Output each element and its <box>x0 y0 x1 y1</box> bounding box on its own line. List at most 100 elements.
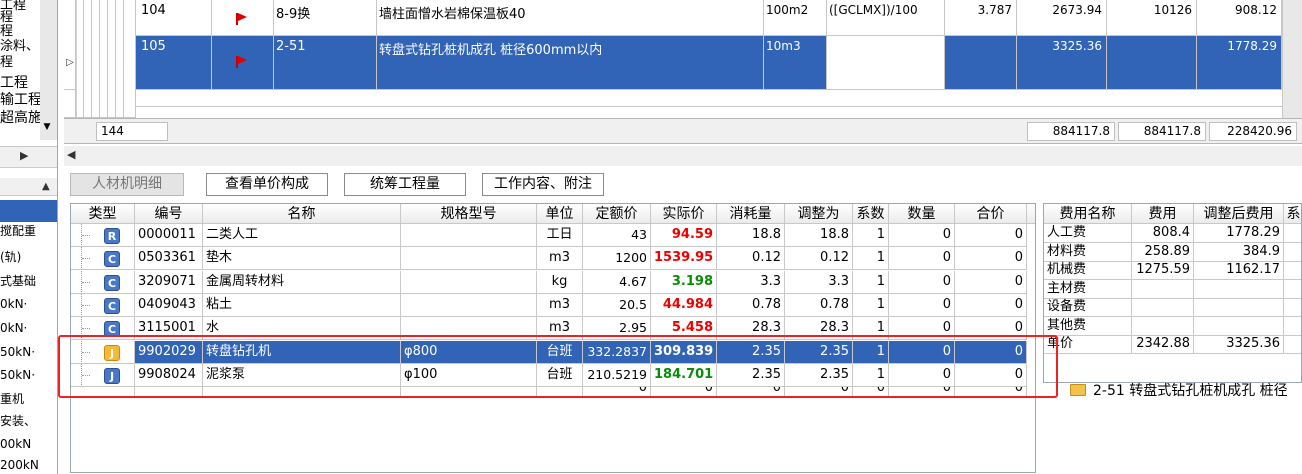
horizontal-scrollbar[interactable]: ◀ <box>64 146 1302 166</box>
fee-name[interactable]: 设备费 <box>1044 298 1132 317</box>
tree-item[interactable]: 超高施 <box>0 110 42 126</box>
base-price-cell[interactable]: 20.5 <box>583 293 651 317</box>
tree-item[interactable]: 涂料、 <box>0 40 39 53</box>
quantity-cell[interactable]: 0 <box>889 247 955 271</box>
fee-value[interactable] <box>1132 279 1194 299</box>
coefficient-cell[interactable]: 1 <box>853 247 889 271</box>
fee-adjusted[interactable]: 384.9 <box>1194 242 1284 262</box>
machine-item[interactable]: 搅配重 <box>0 222 36 241</box>
scroll-down-icon[interactable]: ▼ <box>40 122 54 134</box>
unit-price[interactable]: 3325.36 <box>1017 36 1107 90</box>
col-header[interactable]: 实际价 <box>651 204 717 224</box>
name-cell[interactable]: 粘土 <box>203 293 401 317</box>
selected-tree-item[interactable] <box>0 200 57 222</box>
expand-right-icon[interactable]: ▶ <box>20 149 28 162</box>
machine-item[interactable]: 0kN· <box>0 295 27 314</box>
fee-value[interactable]: 1275.59 <box>1132 261 1194 280</box>
scroll-up-icon[interactable]: ▲ <box>42 181 50 192</box>
fee-extra[interactable] <box>1284 335 1301 354</box>
quota-unit[interactable]: 10m3 <box>764 36 827 90</box>
fee-value[interactable] <box>1132 298 1194 317</box>
unit-cell[interactable]: m3 <box>537 247 583 271</box>
fee-extra[interactable] <box>1284 243 1301 262</box>
fee-extra[interactable] <box>1284 224 1301 243</box>
col-header[interactable]: 消耗量 <box>717 204 785 224</box>
type-cell[interactable]: C <box>71 293 135 317</box>
fee-summary-table[interactable]: 费用名称 费用 调整后费用 系 人工费 808.4 1778.29 材料费 258.89… <box>1043 203 1302 383</box>
labor-cost[interactable]: 908.12 <box>1197 0 1282 36</box>
unit-cell[interactable]: m3 <box>537 293 583 317</box>
code-cell[interactable]: 3209071 <box>135 270 203 294</box>
fee-name[interactable]: 机械费 <box>1044 261 1132 280</box>
fee-value[interactable]: 2342.88 <box>1132 335 1194 354</box>
col-header[interactable]: 规格型号 <box>401 204 537 224</box>
total-price[interactable]: 10126 <box>1107 0 1197 36</box>
col-header[interactable]: 系数 <box>853 204 889 224</box>
code-cell[interactable]: 0000011 <box>135 224 203 247</box>
machine-item[interactable]: 式基础 <box>0 272 36 291</box>
spec-cell[interactable] <box>401 224 537 247</box>
row-number[interactable]: 104 <box>136 0 212 36</box>
fee-name[interactable]: 其他费 <box>1044 316 1132 336</box>
tab-work-content-notes[interactable]: 工作内容、附注 <box>482 173 604 196</box>
fee-adjusted[interactable]: 1162.17 <box>1194 261 1284 280</box>
fee-value[interactable] <box>1132 316 1194 336</box>
project-tree-pane[interactable]: 工程 程 程 涂料、 程 工程 输工程 超高施 ▼ ▶ ▲ 搅配重 (轨) 式基… <box>0 0 58 474</box>
flag-cell[interactable] <box>212 0 274 36</box>
adjusted-cell[interactable]: 3.3 <box>785 270 853 294</box>
machine-item[interactable]: 50kN· <box>0 343 35 362</box>
tree-item[interactable]: 输工程 <box>0 92 42 108</box>
col-header[interactable]: 定额价 <box>583 204 651 224</box>
fee-name[interactable]: 主材费 <box>1044 279 1132 299</box>
fee-col-header[interactable]: 系 <box>1284 204 1301 224</box>
tab-labor-material-machine[interactable]: 人材机明细 <box>70 173 184 196</box>
row-number[interactable]: 105 <box>136 36 212 90</box>
quantity[interactable]: 3.787 <box>945 0 1017 36</box>
quota-code[interactable]: 2-51 <box>274 36 377 90</box>
quantity[interactable] <box>945 36 1017 90</box>
adjusted-cell[interactable]: 0.78 <box>785 293 853 317</box>
code-cell[interactable]: 0409043 <box>135 293 203 317</box>
spec-cell[interactable] <box>401 293 537 317</box>
tree-item[interactable]: 程 <box>0 56 13 69</box>
col-header[interactable]: 单位 <box>537 204 583 224</box>
fee-name[interactable]: 材料费 <box>1044 242 1132 262</box>
base-price-cell[interactable]: 43 <box>583 224 651 247</box>
total-cell[interactable]: 0 <box>955 270 1027 294</box>
tree-item[interactable]: 程 <box>0 25 13 38</box>
col-header[interactable]: 名称 <box>203 204 401 224</box>
fee-adjusted[interactable] <box>1194 316 1284 336</box>
quota-tree-item[interactable]: 2-51 转盘式钻孔桩机成孔 桩径 <box>1093 380 1288 400</box>
coefficient-cell[interactable]: 1 <box>853 224 889 247</box>
name-cell[interactable]: 二类人工 <box>203 224 401 247</box>
coefficient-cell[interactable]: 1 <box>853 270 889 294</box>
fee-adjusted[interactable] <box>1194 279 1284 299</box>
unit-cell[interactable]: 工日 <box>537 224 583 247</box>
base-price-cell[interactable]: 4.67 <box>583 270 651 294</box>
consumption-cell[interactable]: 0.78 <box>717 293 785 317</box>
scroll-left-icon[interactable]: ◀ <box>67 148 75 161</box>
machine-item[interactable]: 安装、 <box>0 412 36 431</box>
machine-item[interactable]: 200kN <box>0 456 39 474</box>
code-cell[interactable]: 0503361 <box>135 247 203 271</box>
fee-col-header[interactable]: 调整后费用 <box>1194 204 1284 224</box>
col-header[interactable]: 合价 <box>955 204 1027 224</box>
machine-item[interactable]: 重机 <box>0 390 24 409</box>
left-vertical-scrollbar[interactable] <box>40 0 57 140</box>
fee-value[interactable]: 808.4 <box>1132 224 1194 243</box>
consumption-cell[interactable]: 18.8 <box>717 224 785 247</box>
quota-unit[interactable]: 100m2 <box>764 0 827 36</box>
base-price-cell[interactable]: 1200 <box>583 247 651 271</box>
quantity-cell[interactable]: 0 <box>889 224 955 247</box>
consumption-cell[interactable]: 3.3 <box>717 270 785 294</box>
tab-unit-price-composition[interactable]: 查看单价构成 <box>206 173 328 196</box>
machine-item[interactable]: 00kN <box>0 435 31 454</box>
fee-adjusted[interactable]: 1778.29 <box>1194 224 1284 243</box>
quota-grid[interactable]: ▷ 104 8-9换 墙柱面憎水岩棉保温板40 100m2 ([GCLMX])/… <box>64 0 1302 118</box>
col-header[interactable]: 编号 <box>135 204 203 224</box>
quantity-cell[interactable]: 0 <box>889 270 955 294</box>
actual-price-cell[interactable]: 44.984 <box>651 293 717 317</box>
fee-col-header[interactable]: 费用 <box>1132 204 1194 224</box>
machine-item[interactable]: 0kN· <box>0 319 27 338</box>
quantity-cell[interactable]: 0 <box>889 293 955 317</box>
